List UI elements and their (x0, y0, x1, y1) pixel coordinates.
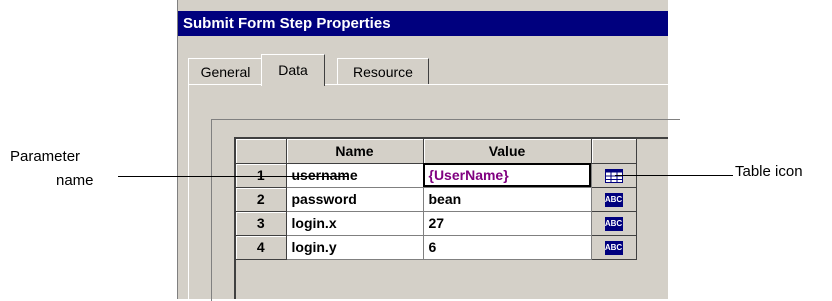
table-icon-callout-line (615, 175, 733, 176)
abc-icon[interactable]: ABC (604, 217, 623, 232)
column-header-type (591, 139, 637, 164)
column-header-name[interactable]: Name (286, 139, 424, 164)
parameter-name-callout-line2: name (56, 172, 94, 189)
parameter-table: Name Value 1 username {UserName} 2 passw… (236, 139, 637, 260)
row-header-corner (236, 139, 287, 164)
table-icon[interactable] (604, 169, 623, 184)
type-cell[interactable]: ABC (591, 187, 637, 212)
tab-data[interactable]: Data (261, 54, 325, 86)
parameter-value-cell[interactable]: 27 (423, 211, 592, 236)
abc-icon[interactable]: ABC (604, 241, 623, 256)
type-cell[interactable]: ABC (591, 211, 637, 236)
tab-general[interactable]: General (188, 58, 263, 85)
row-number[interactable]: 2 (236, 187, 287, 212)
parameter-name-cell[interactable]: login.x (286, 211, 424, 236)
parameter-value-cell[interactable]: bean (423, 187, 592, 212)
parameter-name-cell[interactable]: username (286, 163, 424, 188)
parameter-grid: Name Value 1 username {UserName} 2 passw… (234, 137, 668, 299)
row-number[interactable]: 1 (236, 162, 287, 188)
parameter-value-cell[interactable]: 6 (423, 235, 592, 260)
parameter-value-cell[interactable]: {UserName} (423, 163, 592, 188)
parameter-name-callout-line (118, 176, 348, 177)
table-row[interactable]: 4 login.y 6 ABC (236, 235, 637, 260)
table-row[interactable]: 2 password bean ABC (236, 187, 637, 212)
dialog-title: Submit Form Step Properties (178, 11, 668, 36)
abc-icon[interactable]: ABC (604, 193, 623, 208)
table-row[interactable]: 1 username {UserName} (236, 162, 637, 188)
column-header-value[interactable]: Value (423, 139, 592, 164)
table-row[interactable]: 3 login.x 27 ABC (236, 211, 637, 236)
parameter-name-cell[interactable]: login.y (286, 235, 424, 260)
parameter-name-callout-line1: Parameter (10, 148, 81, 165)
row-number[interactable]: 3 (236, 211, 287, 236)
row-number[interactable]: 4 (236, 235, 287, 260)
parameter-name-cell[interactable]: password (286, 187, 424, 212)
type-cell[interactable]: ABC (591, 235, 637, 260)
tab-resource[interactable]: Resource (337, 58, 429, 85)
table-icon-callout: Table icon (735, 163, 803, 180)
